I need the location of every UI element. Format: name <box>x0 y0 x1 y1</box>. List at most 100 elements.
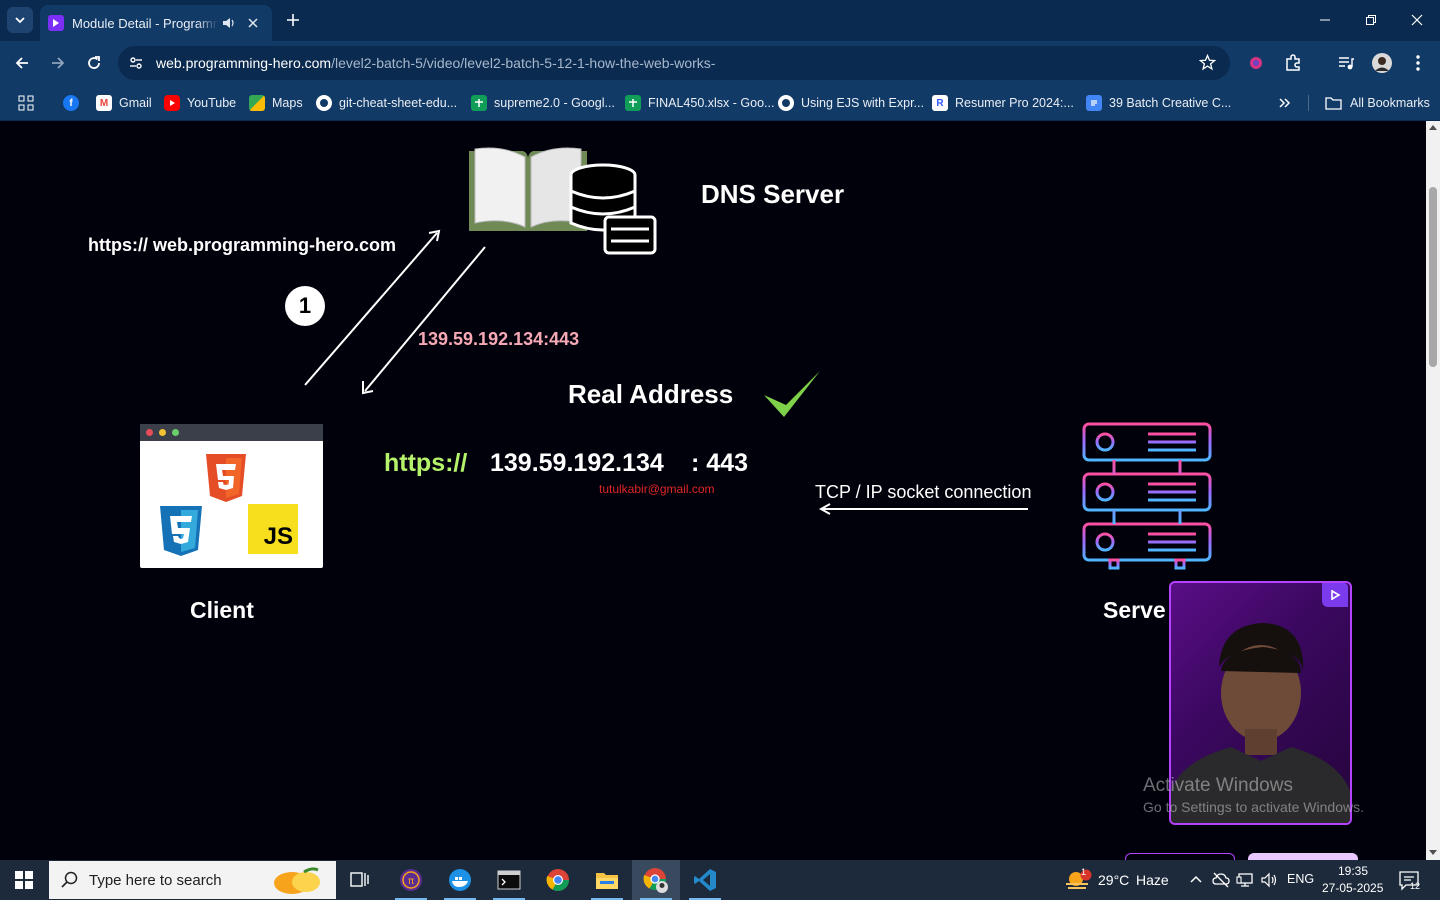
activate-windows-watermark: Activate Windows Go to Settings to activ… <box>1143 775 1364 815</box>
taskbar-app-chrome-profile[interactable] <box>632 860 680 900</box>
taskbar-app-vscode[interactable] <box>681 860 729 900</box>
bookmark-label: Resumer Pro 2024:... <box>955 96 1074 110</box>
input-language[interactable]: ENG <box>1287 872 1314 886</box>
bookmark-youtube[interactable]: YouTube <box>164 92 236 114</box>
chevron-up-icon[interactable] <box>1189 873 1203 887</box>
reload-button[interactable] <box>82 51 106 75</box>
client-browser-illustration: JS <box>140 424 323 568</box>
address-bar[interactable]: web.programming-hero.com/level2-batch-5/… <box>118 46 1230 80</box>
taskbar-app-docker[interactable] <box>436 860 484 900</box>
tab-module-detail[interactable]: Module Detail - Programming Hero <box>40 5 272 41</box>
mango-search-highlight-icon <box>274 867 320 894</box>
video-player[interactable]: DNS Server https:// web.programming-hero… <box>0 121 1426 860</box>
minimize-button[interactable] <box>1302 0 1348 40</box>
scroll-down-arrow-icon[interactable] <box>1429 850 1437 855</box>
address-ip: 139.59.192.134 <box>490 449 664 477</box>
restore-button[interactable] <box>1348 0 1394 40</box>
site-settings-icon[interactable] <box>128 55 144 71</box>
back-button[interactable] <box>10 51 34 75</box>
bookmark-star-icon[interactable] <box>1199 54 1216 71</box>
resume-icon: R <box>932 95 948 111</box>
bookmark-label: FINAL450.xlsx - Goo... <box>648 96 775 110</box>
previous-button[interactable] <box>1125 853 1235 860</box>
media-queue-icon <box>1339 57 1354 70</box>
step-number-badge: 1 <box>285 286 325 326</box>
windows-logo-icon <box>15 871 33 889</box>
speaker-icon[interactable] <box>222 16 236 30</box>
all-bookmarks-button[interactable]: All Bookmarks <box>1325 92 1430 114</box>
clock-date[interactable]: 27-05-2025 <box>1322 881 1383 895</box>
url-path: /level2-batch-5/video/level2-batch-5-12-… <box>331 55 716 71</box>
svg-text:π: π <box>408 876 414 887</box>
bookmark-facebook[interactable]: f <box>63 92 86 114</box>
scroll-up-arrow-icon[interactable] <box>1429 125 1437 130</box>
weather-condition[interactable]: Haze <box>1136 872 1169 888</box>
next-button[interactable] <box>1248 853 1358 860</box>
start-button[interactable] <box>0 860 48 900</box>
arrow-left-icon <box>15 57 28 69</box>
extensions-button[interactable] <box>1281 51 1305 75</box>
all-bookmarks-label: All Bookmarks <box>1350 96 1430 110</box>
checkmark-icon <box>764 371 820 417</box>
windows-taskbar: Type here to search π 1 29°C Haze ENG 19… <box>0 860 1440 900</box>
weather-temperature[interactable]: 29°C <box>1098 872 1129 888</box>
taskbar-app-file-explorer[interactable] <box>583 860 631 900</box>
close-icon <box>1411 14 1423 26</box>
close-icon[interactable] <box>248 18 258 28</box>
tcp-connection-label: TCP / IP socket connection <box>815 482 1032 502</box>
notification-count: 12 <box>1410 881 1421 891</box>
extension-colorful-icon[interactable] <box>1244 51 1268 75</box>
chrome-profile-icon <box>643 868 668 893</box>
bookmark-label: git-cheat-sheet-edu... <box>339 96 458 110</box>
bookmark-resumer-pro[interactable]: R Resumer Pro 2024:... <box>932 92 1074 114</box>
facebook-icon: f <box>63 95 79 111</box>
chrome-menu-button[interactable] <box>1406 51 1430 75</box>
scrollbar-thumb[interactable] <box>1429 187 1437 367</box>
more-bookmarks-button[interactable] <box>1278 92 1292 114</box>
profile-avatar[interactable] <box>1370 51 1394 75</box>
weather-haze-icon[interactable] <box>1064 869 1092 891</box>
bookmark-divider <box>1308 95 1309 111</box>
dns-server-title: DNS Server <box>701 179 845 209</box>
apps-button[interactable] <box>18 92 34 114</box>
bookmark-maps[interactable]: Maps <box>249 92 303 114</box>
page-scrollbar[interactable] <box>1426 121 1440 860</box>
client-label: Client <box>190 597 254 623</box>
bookmark-git-cheat-sheet[interactable]: git-cheat-sheet-edu... <box>316 92 457 114</box>
real-address-label: Real Address <box>568 379 734 409</box>
taskbar-search-box[interactable]: Type here to search <box>49 861 336 899</box>
arrow-right-icon <box>52 57 65 69</box>
chevron-down-icon <box>15 17 25 24</box>
media-control-button[interactable] <box>1334 51 1358 75</box>
new-tab-button[interactable] <box>282 9 304 31</box>
cloud-offline-icon[interactable] <box>1212 871 1230 889</box>
url-host: web.programming-hero.com <box>156 55 332 71</box>
forward-button[interactable] <box>46 51 70 75</box>
taskbar-app-terminal[interactable] <box>485 860 533 900</box>
close-window-button[interactable] <box>1394 0 1440 40</box>
programming-hero-favicon <box>48 15 64 31</box>
css3-logo-icon <box>160 506 202 556</box>
js-logo-icon: JS <box>248 504 298 554</box>
tab-search-button[interactable] <box>7 7 33 33</box>
bookmark-final450[interactable]: FINAL450.xlsx - Goo... <box>625 92 774 114</box>
bookmark-label: Maps <box>272 96 303 110</box>
task-view-button[interactable] <box>336 860 384 900</box>
activate-windows-subtitle: Go to Settings to activate Windows. <box>1143 799 1364 815</box>
sheets-icon <box>625 95 641 111</box>
bookmark-39-batch[interactable]: 39 Batch Creative C... <box>1086 92 1231 114</box>
bookmark-using-ejs[interactable]: Using EJS with Expr... <box>778 92 924 114</box>
docker-icon <box>449 869 471 891</box>
taskbar-app-chrome[interactable] <box>534 860 582 900</box>
taskbar-app-pi[interactable]: π <box>387 860 435 900</box>
bookmark-label: Gmail <box>119 96 152 110</box>
task-view-icon <box>350 872 369 887</box>
bookmark-gmail[interactable]: M Gmail <box>96 92 152 114</box>
server-label: Serve <box>1103 597 1166 623</box>
network-icon[interactable] <box>1236 871 1254 889</box>
clock-time[interactable]: 19:35 <box>1338 864 1368 878</box>
github-icon <box>778 95 794 111</box>
bookmark-supreme[interactable]: supreme2.0 - Googl... <box>471 92 615 114</box>
volume-icon[interactable] <box>1260 871 1278 889</box>
gmail-icon: M <box>96 95 112 111</box>
